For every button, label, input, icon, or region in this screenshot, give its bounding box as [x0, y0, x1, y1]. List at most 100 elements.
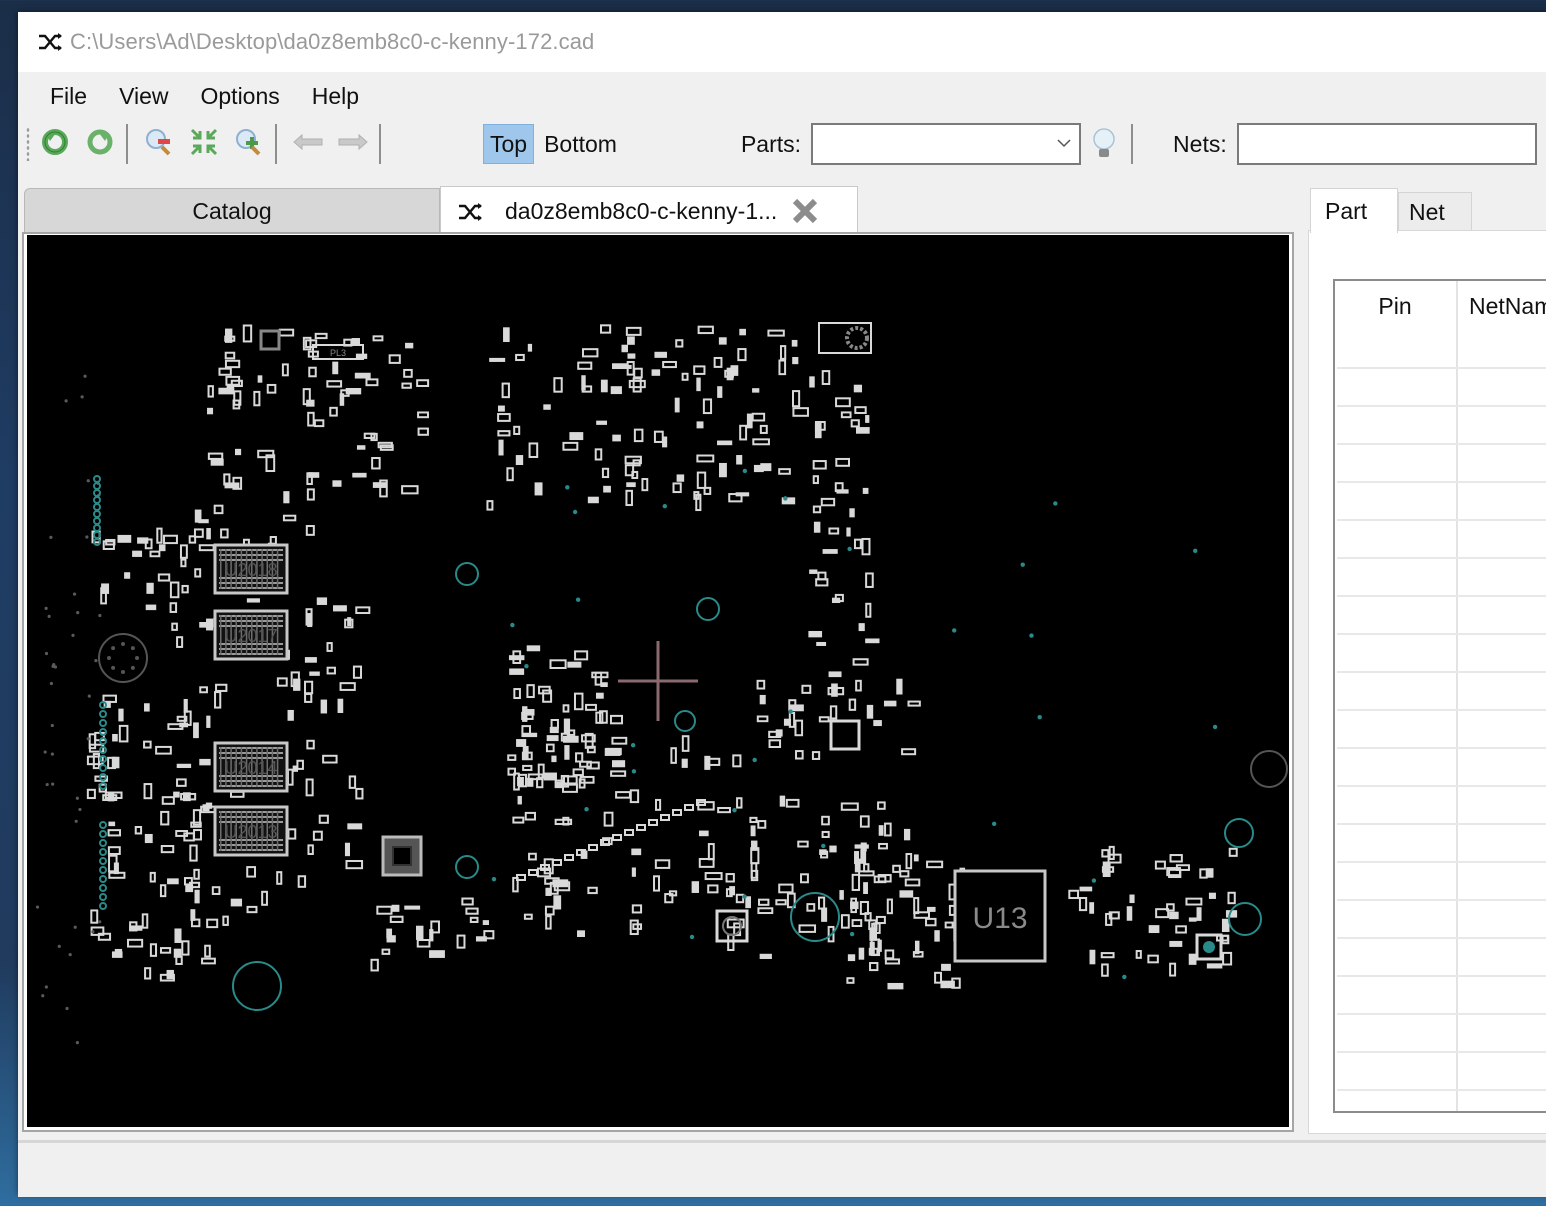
component: [545, 915, 552, 930]
close-icon[interactable]: [791, 197, 819, 225]
grid-row[interactable]: [1337, 937, 1546, 939]
component: [779, 345, 787, 360]
window-title: C:\Users\Ad\Desktop\da0z8emb8c0-c-kenny-…: [70, 29, 595, 54]
pad: [612, 760, 626, 768]
component: [417, 411, 429, 419]
grid-row[interactable]: [1337, 861, 1546, 863]
tab-catalog[interactable]: Catalog: [24, 188, 440, 233]
component: [594, 671, 603, 686]
chevron-down-icon[interactable]: [1057, 136, 1071, 148]
component: [144, 538, 153, 550]
component: [812, 460, 827, 470]
via: [93, 503, 101, 511]
component: [625, 489, 633, 507]
tab-file[interactable]: da0z8emb8c0-c-kenny-1...: [440, 186, 858, 235]
pad: [112, 733, 118, 742]
pad: [736, 455, 743, 465]
grid-row[interactable]: [1337, 1051, 1546, 1053]
component: [633, 367, 643, 379]
grid-row[interactable]: [1337, 595, 1546, 597]
layer-top-button[interactable]: Top: [483, 124, 535, 164]
pcb-board-svg[interactable]: U2018 U2017 U2014 U2013 U13 PL3: [27, 235, 1289, 1127]
pcb-board-canvas[interactable]: U2018 U2017 U2014 U2013 U13 PL3: [27, 235, 1289, 1127]
toolbar: Top Bottom Parts: Nets:: [18, 120, 1546, 168]
rotate-right-button[interactable]: [80, 124, 120, 164]
via-dot: [742, 894, 747, 899]
component: [798, 924, 817, 933]
test-point: [86, 479, 90, 483]
mount-hole-pin: [130, 665, 135, 670]
grid-row[interactable]: [1337, 899, 1546, 901]
parts-label: Parts:: [740, 130, 802, 157]
toolbar-grip[interactable]: [26, 127, 30, 161]
nets-combobox[interactable]: [1236, 123, 1537, 165]
via: [99, 884, 107, 892]
grid-row[interactable]: [1337, 405, 1546, 407]
component: [318, 814, 329, 824]
pin-net-grid[interactable]: Pin NetName: [1333, 279, 1546, 1113]
grid-row[interactable]: [1337, 785, 1546, 787]
tab-net[interactable]: Net: [1398, 192, 1472, 231]
grid-row[interactable]: [1337, 519, 1546, 521]
grid-row[interactable]: [1337, 367, 1546, 369]
pad: [332, 480, 342, 487]
component: [601, 467, 610, 479]
menu-help[interactable]: Help: [298, 83, 377, 110]
grid-row[interactable]: [1337, 1089, 1546, 1091]
pad: [831, 597, 841, 604]
forward-button[interactable]: [333, 124, 373, 164]
component: [370, 958, 379, 972]
pad: [934, 930, 940, 942]
rotate-left-button[interactable]: [35, 124, 75, 164]
lightbulb-icon[interactable]: [1091, 127, 1117, 161]
via-dot: [1020, 562, 1025, 567]
via: [93, 510, 101, 518]
grid-row[interactable]: [1337, 747, 1546, 749]
component: [144, 967, 152, 980]
grid-row[interactable]: [1337, 443, 1546, 445]
pad: [1206, 963, 1223, 969]
menu-options[interactable]: Options: [187, 83, 298, 110]
component: [594, 448, 603, 461]
grid-row[interactable]: [1337, 557, 1546, 559]
grid-row[interactable]: [1337, 709, 1546, 711]
menu-view[interactable]: View: [105, 83, 186, 110]
zoom-fit-button[interactable]: [184, 124, 224, 164]
component: [90, 909, 99, 924]
grid-row[interactable]: [1337, 1013, 1546, 1015]
component: [149, 943, 158, 957]
parts-combobox[interactable]: [811, 123, 1082, 165]
zoom-in-button[interactable]: [229, 124, 269, 164]
component: [821, 830, 830, 838]
component: [207, 385, 214, 398]
pad: [551, 755, 557, 763]
via-dot: [631, 769, 637, 774]
via-dot: [991, 821, 997, 827]
grid-row[interactable]: [1337, 975, 1546, 977]
component: [884, 958, 901, 965]
column-header-netname[interactable]: NetName: [1469, 281, 1546, 331]
component: [149, 550, 161, 558]
tab-catalog-label: Catalog: [192, 197, 272, 224]
grid-row[interactable]: [1337, 633, 1546, 635]
tab-part[interactable]: Part: [1310, 188, 1398, 233]
component: [143, 783, 153, 800]
grid-row[interactable]: [1337, 481, 1546, 483]
grid-row[interactable]: [1337, 823, 1546, 825]
tab-file-label: da0z8emb8c0-c-kenny-1...: [505, 197, 778, 224]
zoom-out-button[interactable]: [139, 124, 179, 164]
mount-hole-pin: [121, 642, 125, 646]
menu-file[interactable]: File: [36, 83, 105, 110]
component: [925, 917, 937, 927]
pad: [717, 440, 733, 446]
pad: [899, 890, 914, 898]
back-button[interactable]: [288, 124, 328, 164]
layer-bottom-button[interactable]: Bottom: [538, 125, 623, 163]
title-bar: C:\Users\Ad\Desktop\da0z8emb8c0-c-kenny-…: [18, 12, 1546, 72]
component: [171, 622, 178, 631]
rotate-cw-icon: [85, 127, 115, 162]
grid-row[interactable]: [1337, 671, 1546, 673]
component: [812, 475, 819, 485]
column-header-pin[interactable]: Pin: [1335, 281, 1455, 331]
pad: [257, 375, 263, 383]
